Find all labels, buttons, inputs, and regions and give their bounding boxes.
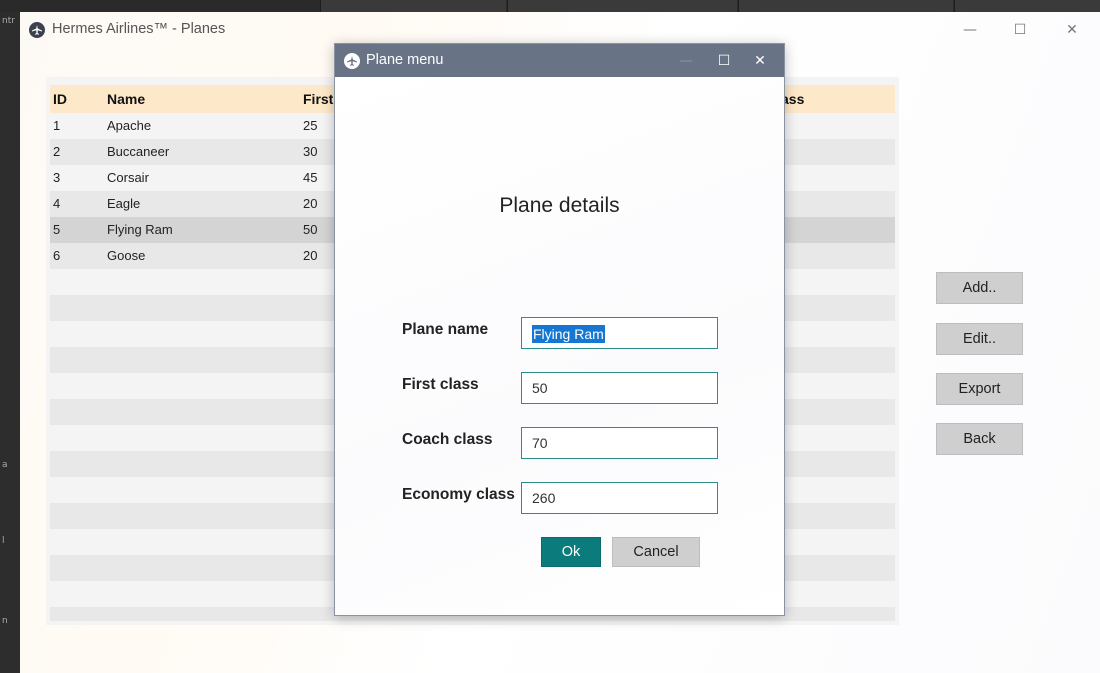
cell-name: Apache (107, 118, 152, 133)
cell-id: 6 (53, 248, 61, 263)
cell-id: 1 (53, 118, 61, 133)
background-tab (954, 0, 1100, 12)
cell-first: 30 (303, 144, 318, 159)
cell-first: 50 (303, 222, 318, 237)
cell-first: 20 (303, 248, 318, 263)
dialog-heading: Plane details (499, 194, 620, 217)
maximize-icon[interactable]: ☐ (707, 44, 741, 77)
background-tab (507, 0, 737, 12)
dialog-body: Plane details Plane name Flying Ram Firs… (335, 77, 784, 615)
cell-id: 4 (53, 196, 61, 211)
cell-first: 45 (303, 170, 318, 185)
maximize-icon[interactable]: ☐ (1000, 16, 1040, 44)
cell-name: Corsair (107, 170, 149, 185)
window-title: Hermes Airlines™ - Planes (52, 21, 226, 37)
cell-name: Goose (107, 248, 146, 263)
coach-class-input[interactable] (521, 427, 718, 459)
column-header-name[interactable]: Name (107, 91, 145, 107)
background-label: n (2, 616, 8, 626)
airplane-icon (29, 22, 45, 38)
background-label: l (2, 536, 5, 546)
plane-name-value: Flying Ram (532, 325, 605, 343)
first-class-label: First class (402, 376, 479, 393)
column-header-first[interactable]: First (303, 91, 333, 107)
plane-name-label: Plane name (402, 321, 489, 338)
dialog-title: Plane menu (366, 52, 444, 68)
first-class-input[interactable] (521, 372, 718, 404)
export-button[interactable]: Export (936, 373, 1023, 405)
minimize-icon[interactable]: — (669, 44, 703, 77)
add-button[interactable]: Add.. (936, 272, 1023, 304)
background-label: ntr (2, 16, 15, 26)
cancel-button[interactable]: Cancel (612, 537, 700, 567)
airplane-icon (344, 53, 360, 69)
cell-id: 5 (53, 222, 61, 237)
close-icon[interactable]: ✕ (1052, 16, 1092, 44)
background-editor-gutter: ntr a l n (0, 12, 20, 673)
close-icon[interactable]: ✕ (743, 44, 777, 77)
background-label: a (2, 460, 8, 470)
cell-name: Buccaneer (107, 144, 170, 159)
plane-menu-dialog: Plane menu — ☐ ✕ Plane details Plane nam… (334, 43, 785, 616)
minimize-icon[interactable]: — (950, 16, 990, 44)
background-tab (320, 0, 506, 12)
cell-name: Eagle (107, 196, 141, 211)
dialog-title-bar[interactable]: Plane menu — ☐ ✕ (335, 44, 784, 77)
cell-id: 3 (53, 170, 61, 185)
plane-name-input[interactable]: Flying Ram (521, 317, 718, 349)
background-tab (738, 0, 953, 12)
cell-id: 2 (53, 144, 61, 159)
column-header-id[interactable]: ID (53, 91, 67, 107)
cell-name: Flying Ram (107, 222, 173, 237)
coach-class-label: Coach class (402, 431, 493, 448)
background-taskbar (0, 0, 1100, 12)
back-button[interactable]: Back (936, 423, 1023, 455)
edit-button[interactable]: Edit.. (936, 323, 1023, 355)
cell-first: 20 (303, 196, 318, 211)
cell-first: 25 (303, 118, 318, 133)
ok-button[interactable]: Ok (541, 537, 601, 567)
economy-class-label: Economy class (402, 486, 515, 503)
economy-class-input[interactable] (521, 482, 718, 514)
